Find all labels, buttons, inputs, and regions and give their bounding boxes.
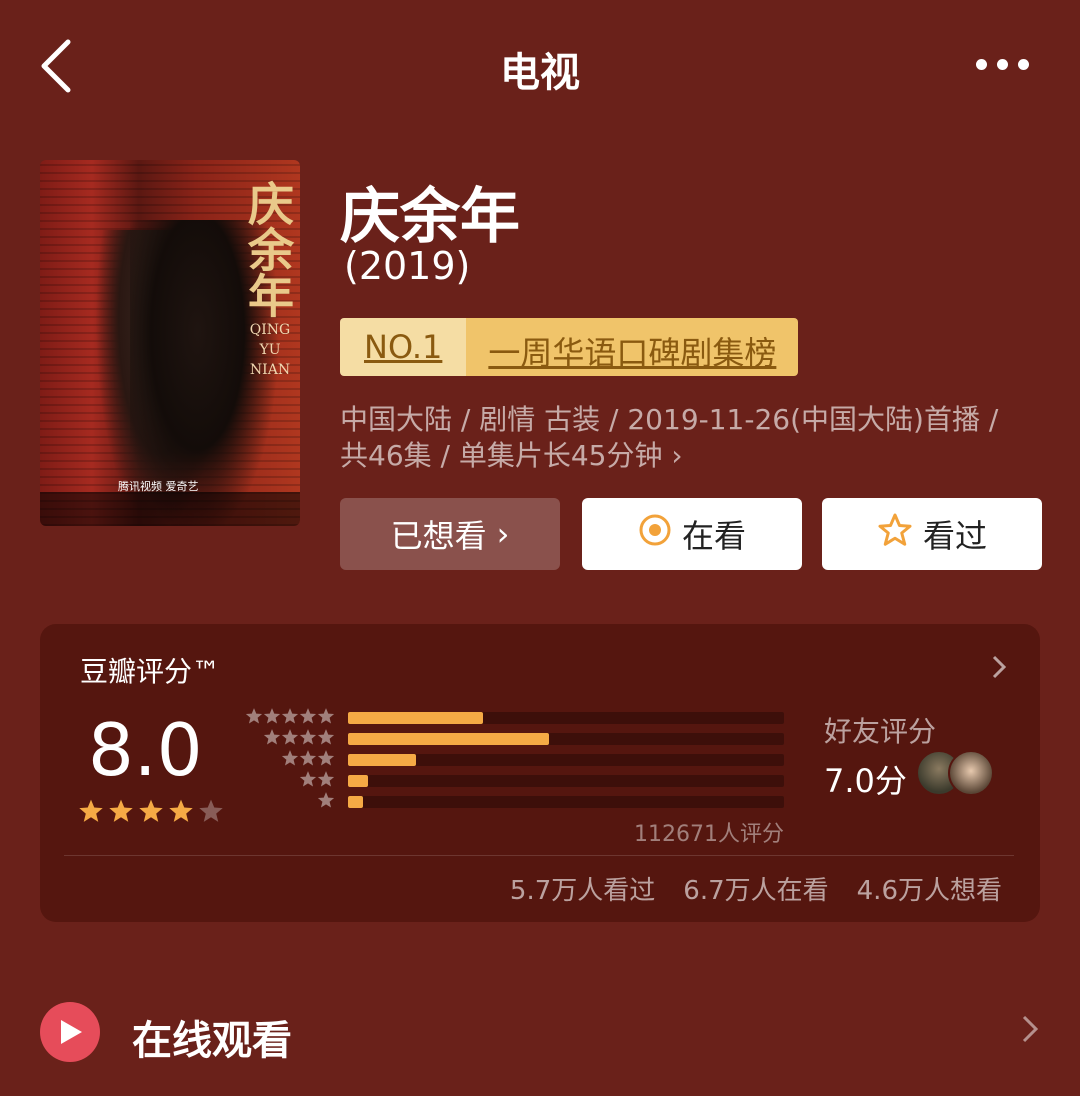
distribution-bar-track [348,796,784,808]
distribution-bar-track [348,775,784,787]
seen-count: 5.7万人看过 [509,876,656,906]
nav-bar: 电视 [0,0,1080,130]
distribution-stars-2 [245,770,335,788]
rank-number: NO.1 [340,318,467,376]
poster-en-title: QING YU NIAN [249,322,291,378]
rating-card[interactable]: 豆瓣评分™ 8.0 112671人评分 好友评分 7.0分 5.7万人看过 6.… [40,624,1040,922]
chevron-right-icon[interactable] [990,654,1008,687]
distribution-stars-4 [245,728,335,746]
distribution-bar-track [348,712,784,724]
page-title: 电视 [500,50,580,96]
want-button[interactable]: 已想看 › [340,498,560,570]
avatar[interactable] [948,750,994,796]
watching-count: 6.7万人在看 [683,876,829,906]
distribution-bar-4 [348,733,549,745]
meta-line-1: 中国大陆 / 剧情 古装 / 2019-11-26(中国大陆)首播 / [340,403,999,436]
distribution-bar-3 [348,754,416,766]
star-filled-icon [138,798,164,828]
meta-arrow-icon: › [671,439,683,472]
chevron-right-icon: › [496,515,510,553]
star-empty-icon [198,798,224,828]
rank-list-name: 一周华语口碑剧集榜 [466,318,799,376]
movie-year: (2019) [344,244,471,288]
distribution-bar-2 [348,775,368,787]
rating-stars [78,798,224,828]
more-dots-icon[interactable] [976,52,1036,76]
distribution-bar-1 [348,796,364,808]
distribution-bar-track [348,733,784,745]
friend-rating-score: 7.0分 [824,762,907,800]
watching-label: 在看 [681,517,746,555]
poster-credits [40,492,300,526]
star-filled-icon [108,798,134,828]
rating-title: 豆瓣评分™ [80,655,221,688]
online-watch-row[interactable]: 在线观看 [40,1000,1040,1064]
rating-score: 8.0 [88,708,203,792]
watching-button[interactable]: 在看 [582,498,802,570]
star-outline-icon [877,512,913,556]
movie-title: 庆余年 [340,182,520,252]
distribution-stars-3 [245,749,335,767]
star-filled-icon [78,798,104,828]
distribution-stars-1 [245,791,335,809]
target-circle-icon [638,513,672,555]
poster-image[interactable]: 庆余年 QING YU NIAN 腾讯视频 爱奇艺 [40,160,300,526]
meta-line-2: 共46集 / 单集片长45分钟 [340,439,663,472]
play-icon [40,1002,100,1062]
star-filled-icon [168,798,194,828]
divider [64,855,1014,856]
want-label: 已想看 [390,517,487,555]
seen-label: 看过 [922,517,987,555]
online-watch-title: 在线观看 [132,1018,292,1064]
distribution-bar-track [348,754,784,766]
rating-total: 112671人评分 [634,822,784,847]
movie-meta[interactable]: 中国大陆 / 剧情 古装 / 2019-11-26(中国大陆)首播 / 共46集… [340,402,1040,474]
distribution-bar-5 [348,712,484,724]
seen-button[interactable]: 看过 [822,498,1042,570]
watch-counts: 5.7万人看过 6.7万人在看 4.6万人想看 [510,870,1002,907]
rank-badge[interactable]: NO.1 一周华语口碑剧集榜 [340,318,799,376]
chevron-right-icon [1020,1014,1040,1052]
distribution-stars-5 [245,707,335,725]
poster-calligraphy: 庆余年 [241,180,295,318]
friend-rating-label: 好友评分 [824,715,937,748]
want-count: 4.6万人想看 [856,876,1002,906]
